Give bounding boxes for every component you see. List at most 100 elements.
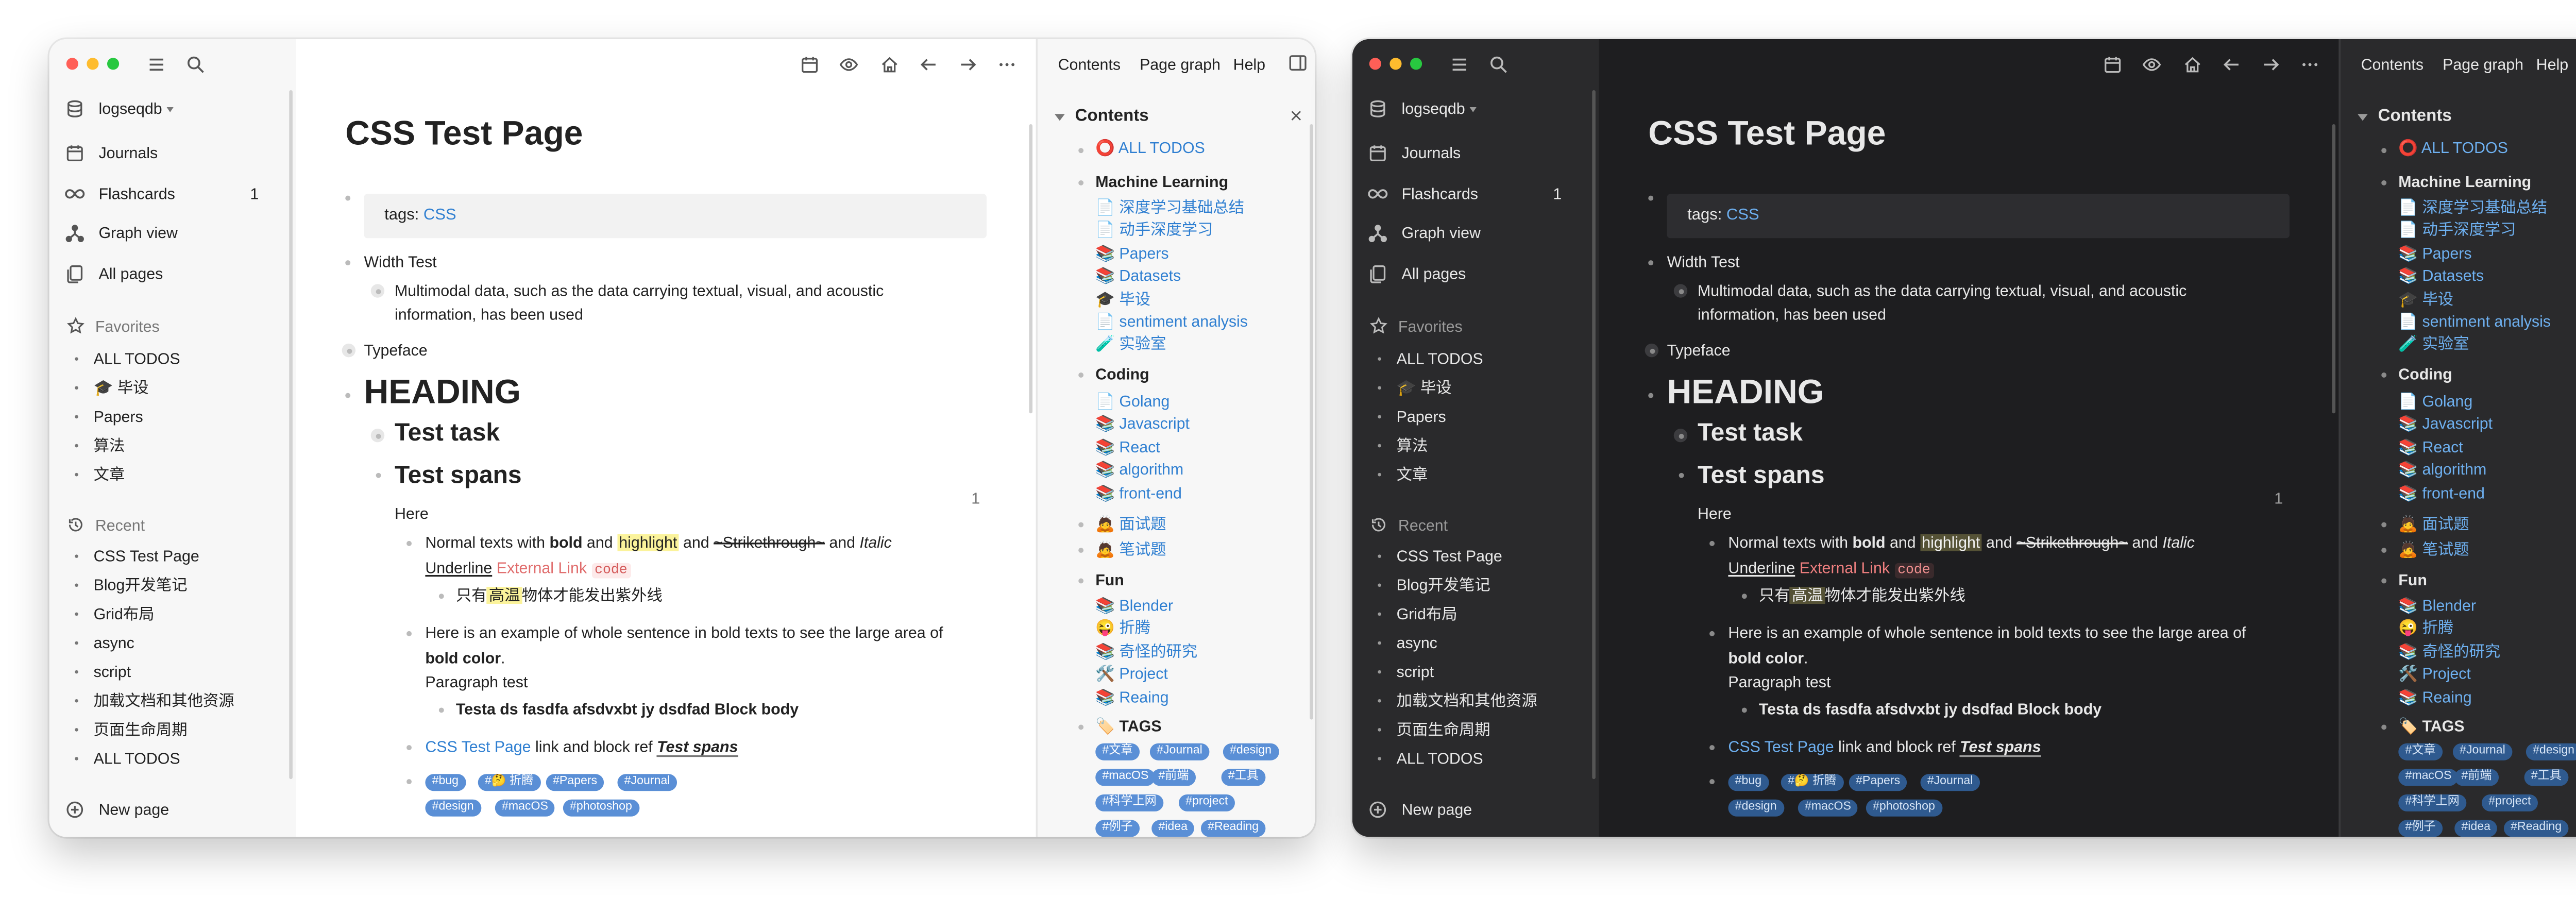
tab-page-graph[interactable]: Page graph — [1140, 56, 1221, 74]
tag-chip[interactable]: #🤔 折腾 — [478, 774, 540, 791]
chevron-down-icon[interactable] — [166, 107, 174, 112]
minimize-window-button[interactable] — [87, 58, 99, 70]
collapsed-bullet[interactable] — [1673, 429, 1688, 443]
tag-chip[interactable]: #Papers — [1849, 774, 1907, 791]
chevron-down-icon[interactable] — [1054, 114, 1065, 121]
recent-item[interactable]: Grid布局 — [1397, 605, 1458, 623]
bullet[interactable] — [2381, 148, 2387, 154]
contents-link[interactable]: 🙇 笔试题 — [2398, 541, 2469, 560]
contents-scrollbar[interactable] — [1310, 124, 1313, 720]
recent-item[interactable]: Grid布局 — [94, 605, 155, 623]
new-page-button[interactable]: New page — [1402, 801, 1472, 819]
contents-link[interactable]: 📄 Golang — [1095, 393, 1170, 411]
tab-help[interactable]: Help — [1233, 56, 1265, 74]
more-icon[interactable] — [997, 55, 1018, 75]
contents-link[interactable]: 🛠️ Project — [1095, 666, 1168, 684]
contents-link[interactable]: 🎓 毕设 — [1095, 290, 1150, 308]
tag-chip[interactable]: #Journal — [1149, 743, 1209, 760]
bullet[interactable] — [1679, 472, 1684, 478]
tag-chip[interactable]: #科学上网 — [2398, 794, 2467, 811]
contents-link[interactable]: 📄 sentiment analysis — [2398, 313, 2551, 331]
recent-item[interactable]: script — [94, 664, 131, 682]
collapsed-bullet[interactable] — [370, 284, 385, 298]
favorite-item[interactable]: 🎓 毕设 — [94, 379, 149, 397]
contents-link[interactable]: 📚 Papers — [2398, 245, 2471, 263]
heading-block[interactable]: HEADING — [1667, 374, 1824, 413]
block-multimodal[interactable]: Multimodal data, such as the data carryi… — [1698, 282, 2187, 300]
tag-chip[interactable]: #文章 — [1095, 743, 1140, 760]
chevron-down-icon[interactable] — [1469, 107, 1477, 112]
calendar-icon[interactable] — [800, 55, 820, 75]
sidebar-item-all-pages[interactable]: All pages — [1402, 265, 1466, 283]
tag-chip[interactable]: #Journal — [2452, 743, 2512, 760]
tag-chip[interactable]: #macOS — [1095, 769, 1156, 786]
recent-item[interactable]: ALL TODOS — [1397, 750, 1483, 768]
minimize-window-button[interactable] — [1389, 58, 1402, 70]
recent-item[interactable]: async — [1397, 634, 1437, 652]
block-multimodal[interactable]: Multimodal data, such as the data carryi… — [395, 282, 884, 300]
contents-link[interactable]: 📚 Reaing — [1095, 688, 1168, 706]
contents-link[interactable]: 📄 动手深度学习 — [1095, 222, 1213, 240]
bullet[interactable] — [376, 472, 381, 478]
bullet[interactable] — [2381, 522, 2387, 528]
contents-link[interactable]: 📚 Javascript — [1095, 416, 1190, 434]
collapsed-bullet[interactable] — [370, 429, 385, 443]
arrow-right-icon[interactable] — [958, 55, 978, 75]
contents-link[interactable]: 📚 Datasets — [1095, 267, 1181, 285]
bullet[interactable] — [406, 745, 412, 751]
block-ref[interactable]: Test spans — [1960, 738, 2041, 757]
bullet[interactable] — [345, 393, 351, 398]
contents-link[interactable]: 📚 front-end — [2398, 484, 2485, 502]
contents-link[interactable]: 📚 Papers — [1095, 245, 1168, 263]
tag-chip[interactable]: #Papers — [546, 774, 604, 791]
contents-link[interactable]: 🧪 实验室 — [2398, 336, 2469, 354]
tab-help[interactable]: Help — [2536, 56, 2568, 74]
contents-link[interactable]: 🙇 面试题 — [2398, 515, 2469, 533]
tag-chip[interactable]: #前端 — [1151, 769, 1196, 786]
heading-block[interactable]: HEADING — [364, 374, 521, 413]
contents-link[interactable]: 🙇 面试题 — [1095, 515, 1166, 533]
recent-item[interactable]: 加载文档和其他资源 — [1397, 692, 1537, 710]
contents-link[interactable]: ⭕ ALL TODOS — [1095, 140, 1205, 158]
block-testa[interactable]: Testa ds fasdfa afsdvxbt jy dsdfad Block… — [1759, 701, 2102, 719]
block-width-test[interactable]: Width Test — [1667, 253, 1740, 272]
tag-chip[interactable]: #前端 — [2454, 769, 2499, 786]
block-bold-example[interactable]: Here is an example of whole sentence in … — [1728, 624, 2246, 642]
contents-link[interactable]: ⭕ ALL TODOS — [2398, 140, 2508, 158]
tag-chip[interactable]: #工具 — [1221, 769, 1266, 786]
recent-item[interactable]: script — [1397, 664, 1434, 682]
bullet[interactable] — [2381, 373, 2387, 378]
tag-chip[interactable]: #design — [1223, 743, 1279, 760]
favorite-item[interactable]: ALL TODOS — [94, 350, 180, 368]
contents-link[interactable]: 🙇 笔试题 — [1095, 541, 1166, 560]
bullet[interactable] — [2381, 548, 2387, 553]
block-ref-count[interactable]: 1 — [2274, 490, 2283, 508]
contents-link[interactable]: 📚 Blender — [1095, 597, 1173, 615]
block-links[interactable]: CSS Test Page link and block ref Test sp… — [425, 738, 738, 757]
recent-item[interactable]: async — [94, 634, 134, 652]
graph-name[interactable]: logseqdb — [1402, 100, 1465, 119]
block-formatting[interactable]: Normal texts with bold and highlight and… — [1728, 534, 2195, 552]
bullet[interactable] — [345, 195, 351, 201]
page-link[interactable]: CSS Test Page — [425, 738, 531, 755]
bullet[interactable] — [1709, 779, 1715, 785]
contents-link[interactable]: 📚 algorithm — [2398, 461, 2486, 479]
block-bold-example[interactable]: Here is an example of whole sentence in … — [425, 624, 943, 642]
sidebar-item-journals[interactable]: Journals — [98, 145, 158, 163]
bullet[interactable] — [2381, 578, 2387, 584]
recent-item[interactable]: 页面生命周期 — [94, 721, 188, 739]
bullet[interactable] — [2381, 180, 2387, 185]
contents-link[interactable]: 📚 Datasets — [2398, 267, 2484, 285]
tag-chip[interactable]: #macOS — [495, 799, 555, 817]
arrow-right-icon[interactable] — [2261, 55, 2281, 75]
block-cjk[interactable]: 只有 高温 物体才能发出紫外线 — [1759, 587, 1965, 605]
tag-chip[interactable]: #科学上网 — [1095, 794, 1163, 811]
contents-link[interactable]: 😜 折腾 — [1095, 620, 1150, 638]
recent-item[interactable]: CSS Test Page — [1397, 548, 1502, 566]
tag-chip[interactable]: #bug — [1728, 774, 1769, 791]
home-icon[interactable] — [879, 55, 900, 75]
bullet[interactable] — [1078, 180, 1084, 185]
contents-link[interactable]: 📚 Blender — [2398, 597, 2476, 615]
chevron-down-icon[interactable] — [2358, 114, 2368, 121]
favorite-item[interactable]: ALL TODOS — [1397, 350, 1483, 368]
